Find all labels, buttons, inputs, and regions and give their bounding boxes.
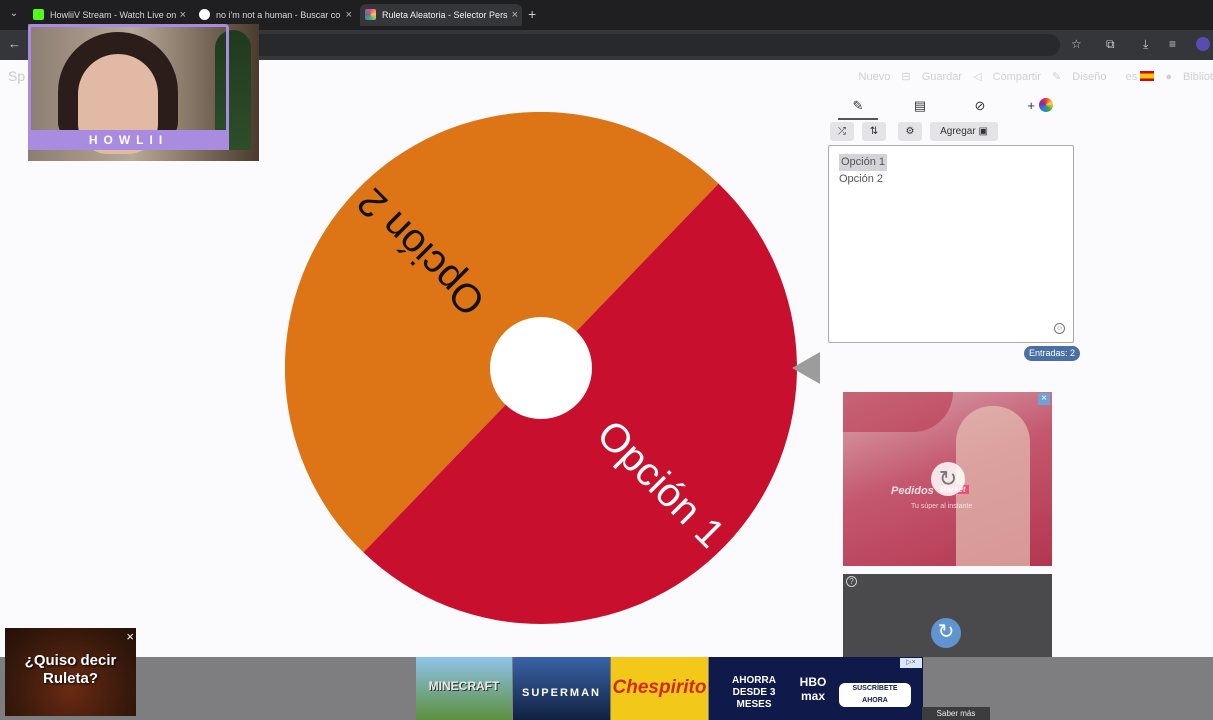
star-icon[interactable]: ☆	[1071, 37, 1082, 51]
site-logo[interactable]: Sp	[8, 68, 25, 84]
ad-choices-icon[interactable]: ▷×	[900, 658, 922, 668]
tab-results[interactable]: ▤	[900, 98, 940, 120]
add-image-button[interactable]: Agregar ▣	[930, 122, 998, 141]
save-label: Guardar	[921, 71, 963, 83]
video-ad[interactable]: Pedidos Market Tu súper al instante ↻ ×	[843, 392, 1052, 566]
close-icon[interactable]: ×	[180, 4, 186, 26]
add-button-label: Agregar	[940, 126, 976, 137]
roulette-ad[interactable]: ¿Quiso decir Ruleta? ×	[5, 628, 136, 716]
close-icon[interactable]: ×	[1038, 393, 1050, 405]
close-icon[interactable]: ×	[126, 630, 134, 643]
pencil-icon: ✎	[852, 98, 864, 113]
tab-title: no i'm not a human - Buscar co	[216, 10, 341, 20]
shuffle-icon: ⤮	[838, 126, 846, 137]
entry-line: Opción 1	[839, 152, 1063, 171]
learn-more-button[interactable]: Saber más	[922, 707, 990, 720]
library-button[interactable]: ● Bibliot	[1165, 71, 1213, 83]
banner-superman-text: SUPERMAN	[522, 687, 601, 699]
wheel-center-hub	[490, 317, 592, 419]
wheel-pointer	[792, 352, 820, 384]
language-select[interactable]: es	[1118, 71, 1155, 83]
back-arrow-icon[interactable]: ←	[8, 36, 21, 51]
extensions-icon[interactable]: ⧉	[1106, 37, 1115, 51]
ad-cap-shape	[843, 392, 953, 432]
save-button[interactable]: ⊟ Guardar	[901, 71, 962, 83]
design-label: Diseño	[1072, 71, 1107, 83]
library-label: Bibliot	[1183, 71, 1213, 83]
banner-minecraft-text: MINECRAFT	[428, 679, 500, 693]
clipboard-icon: ▤	[913, 98, 927, 113]
entry-line: Opción 2	[839, 173, 884, 185]
plus-icon: +	[1027, 98, 1035, 113]
language-label: es	[1125, 71, 1138, 83]
new-button[interactable]: Nuevo	[859, 71, 891, 83]
sort-icon: ⇅	[869, 126, 879, 137]
streamer-name: HOWLII	[28, 130, 229, 150]
ad-brand-text: Pedidos	[891, 485, 934, 497]
banner-hbo: AHORRA DESDE 3 MESES HBO max SUSCRÍBETE …	[709, 657, 923, 720]
banner-minecraft: MINECRAFT	[416, 657, 512, 720]
browser-tab-google[interactable]: no i'm not a human - Buscar co ×	[194, 4, 356, 26]
replay-icon[interactable]: ↻	[931, 462, 965, 496]
banner-hbo-offer: AHORRA DESDE 3 MESES	[732, 675, 776, 710]
entries-textarea[interactable]: Opción 1 Opción 2 ☺	[828, 145, 1074, 343]
browser-tab-kick[interactable]: HowliiV Stream - Watch Live on ×	[28, 4, 190, 26]
wheel-icon	[365, 9, 376, 20]
banner-chespirito: Chespirito	[611, 657, 708, 720]
entry-text: Opción 1	[839, 154, 888, 171]
help-icon[interactable]: ?	[846, 576, 857, 587]
spin-wheel[interactable]: Opción 1 Opción 2	[284, 111, 797, 624]
replay-icon[interactable]: ↻	[931, 618, 961, 648]
ad-tagline: Tu súper al instante	[911, 503, 973, 510]
editor-tabs: ✎ ▤ ⊘ +	[828, 94, 1074, 120]
tab-search-icon[interactable]: ⌄	[6, 6, 22, 22]
tab-edit[interactable]: ✎	[838, 98, 878, 120]
share-button[interactable]: ◁ Compartir	[973, 71, 1041, 83]
eye-off-icon: ⊘	[974, 98, 986, 113]
settings-button[interactable]: ⚙	[898, 122, 922, 141]
tab-add-color[interactable]: +	[1020, 98, 1060, 120]
design-button[interactable]: ✎ Diseño	[1052, 71, 1107, 83]
profile-avatar-icon[interactable]	[1196, 37, 1210, 51]
shuffle-button[interactable]: ⤮	[830, 122, 854, 141]
tab-title: Ruleta Aleatoria - Selector Pers	[382, 10, 508, 20]
tab-hidden[interactable]: ⊘	[960, 98, 1000, 120]
banner-chespirito-text: Chespirito	[612, 677, 707, 698]
app-toolbar: Nuevo ⊟ Guardar ◁ Compartir ✎ Diseño es …	[851, 70, 1213, 86]
share-label: Compartir	[992, 71, 1041, 83]
new-tab-button[interactable]: +	[528, 4, 536, 24]
streaming-banner-ad[interactable]: MINECRAFT SUPERMAN Chespirito AHORRA DES…	[416, 657, 923, 720]
browser-tab-ruleta[interactable]: Ruleta Aleatoria - Selector Pers ×	[360, 4, 522, 26]
sort-button[interactable]: ⇅	[862, 122, 886, 141]
color-wheel-icon	[1038, 98, 1053, 112]
url-input[interactable]	[250, 34, 1060, 56]
banner-superman: SUPERMAN	[513, 657, 610, 720]
spain-flag-icon	[1140, 71, 1155, 81]
subscribe-button[interactable]: SUSCRÍBETE AHORA	[839, 683, 911, 707]
download-icon[interactable]: ⤓	[1143, 37, 1148, 51]
tab-title: HowliiV Stream - Watch Live on	[50, 10, 177, 20]
gear-icon: ⚙	[905, 126, 915, 137]
hbo-logo: HBO max	[799, 675, 827, 703]
media-icon[interactable]: ≡	[1169, 37, 1176, 51]
wheel-svg: Opción 1 Opción 2	[284, 111, 797, 624]
close-icon[interactable]: ×	[512, 4, 518, 26]
entries-count-badge: Entradas: 2	[1024, 346, 1081, 361]
roulette-ad-text: ¿Quiso decir Ruleta?	[24, 652, 117, 687]
google-icon	[199, 9, 210, 20]
webcam-overlay: HOWLII	[28, 24, 259, 161]
kick-icon	[33, 9, 44, 20]
close-icon[interactable]: ×	[346, 4, 352, 26]
image-icon: ▣	[978, 126, 988, 137]
emoji-icon[interactable]: ☺	[1054, 323, 1065, 334]
